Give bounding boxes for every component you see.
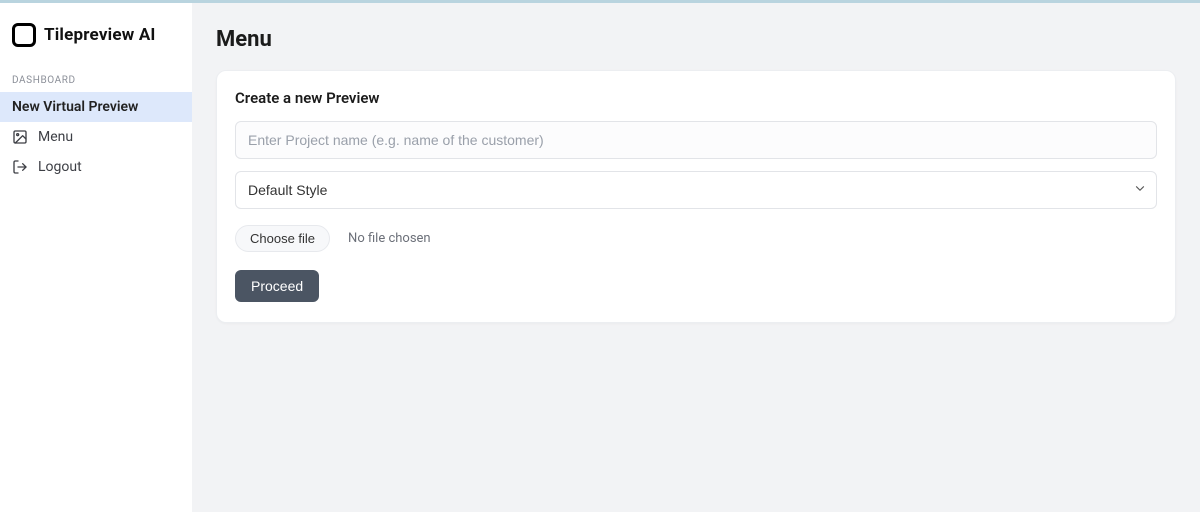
- image-icon: [12, 129, 28, 145]
- style-select-wrap: Default Style: [235, 171, 1157, 209]
- sidebar-section-label: DASHBOARD: [0, 61, 192, 92]
- sidebar: Tilepreview AI DASHBOARD New Virtual Pre…: [0, 3, 192, 512]
- create-preview-card: Create a new Preview Default Style Choos…: [216, 70, 1176, 323]
- card-title: Create a new Preview: [235, 89, 1157, 107]
- style-select[interactable]: Default Style: [235, 171, 1157, 209]
- sidebar-item-label: New Virtual Preview: [12, 99, 180, 115]
- brand: Tilepreview AI: [0, 15, 192, 61]
- sidebar-item-new-virtual-preview[interactable]: New Virtual Preview: [0, 92, 192, 122]
- project-name-input[interactable]: [235, 121, 1157, 159]
- file-status-text: No file chosen: [348, 231, 431, 246]
- sidebar-item-logout[interactable]: Logout: [0, 152, 192, 182]
- brand-name: Tilepreview AI: [44, 25, 156, 45]
- logout-icon: [12, 159, 28, 175]
- proceed-button[interactable]: Proceed: [235, 270, 319, 302]
- sidebar-item-label: Logout: [38, 159, 180, 175]
- choose-file-button[interactable]: Choose file: [235, 225, 330, 252]
- sidebar-item-menu[interactable]: Menu: [0, 122, 192, 152]
- page-title: Menu: [216, 27, 1176, 52]
- sidebar-item-label: Menu: [38, 129, 180, 145]
- file-input-row: Choose file No file chosen: [235, 225, 1157, 252]
- brand-logo-icon: [12, 23, 36, 47]
- main-content: Menu Create a new Preview Default Style …: [192, 3, 1200, 512]
